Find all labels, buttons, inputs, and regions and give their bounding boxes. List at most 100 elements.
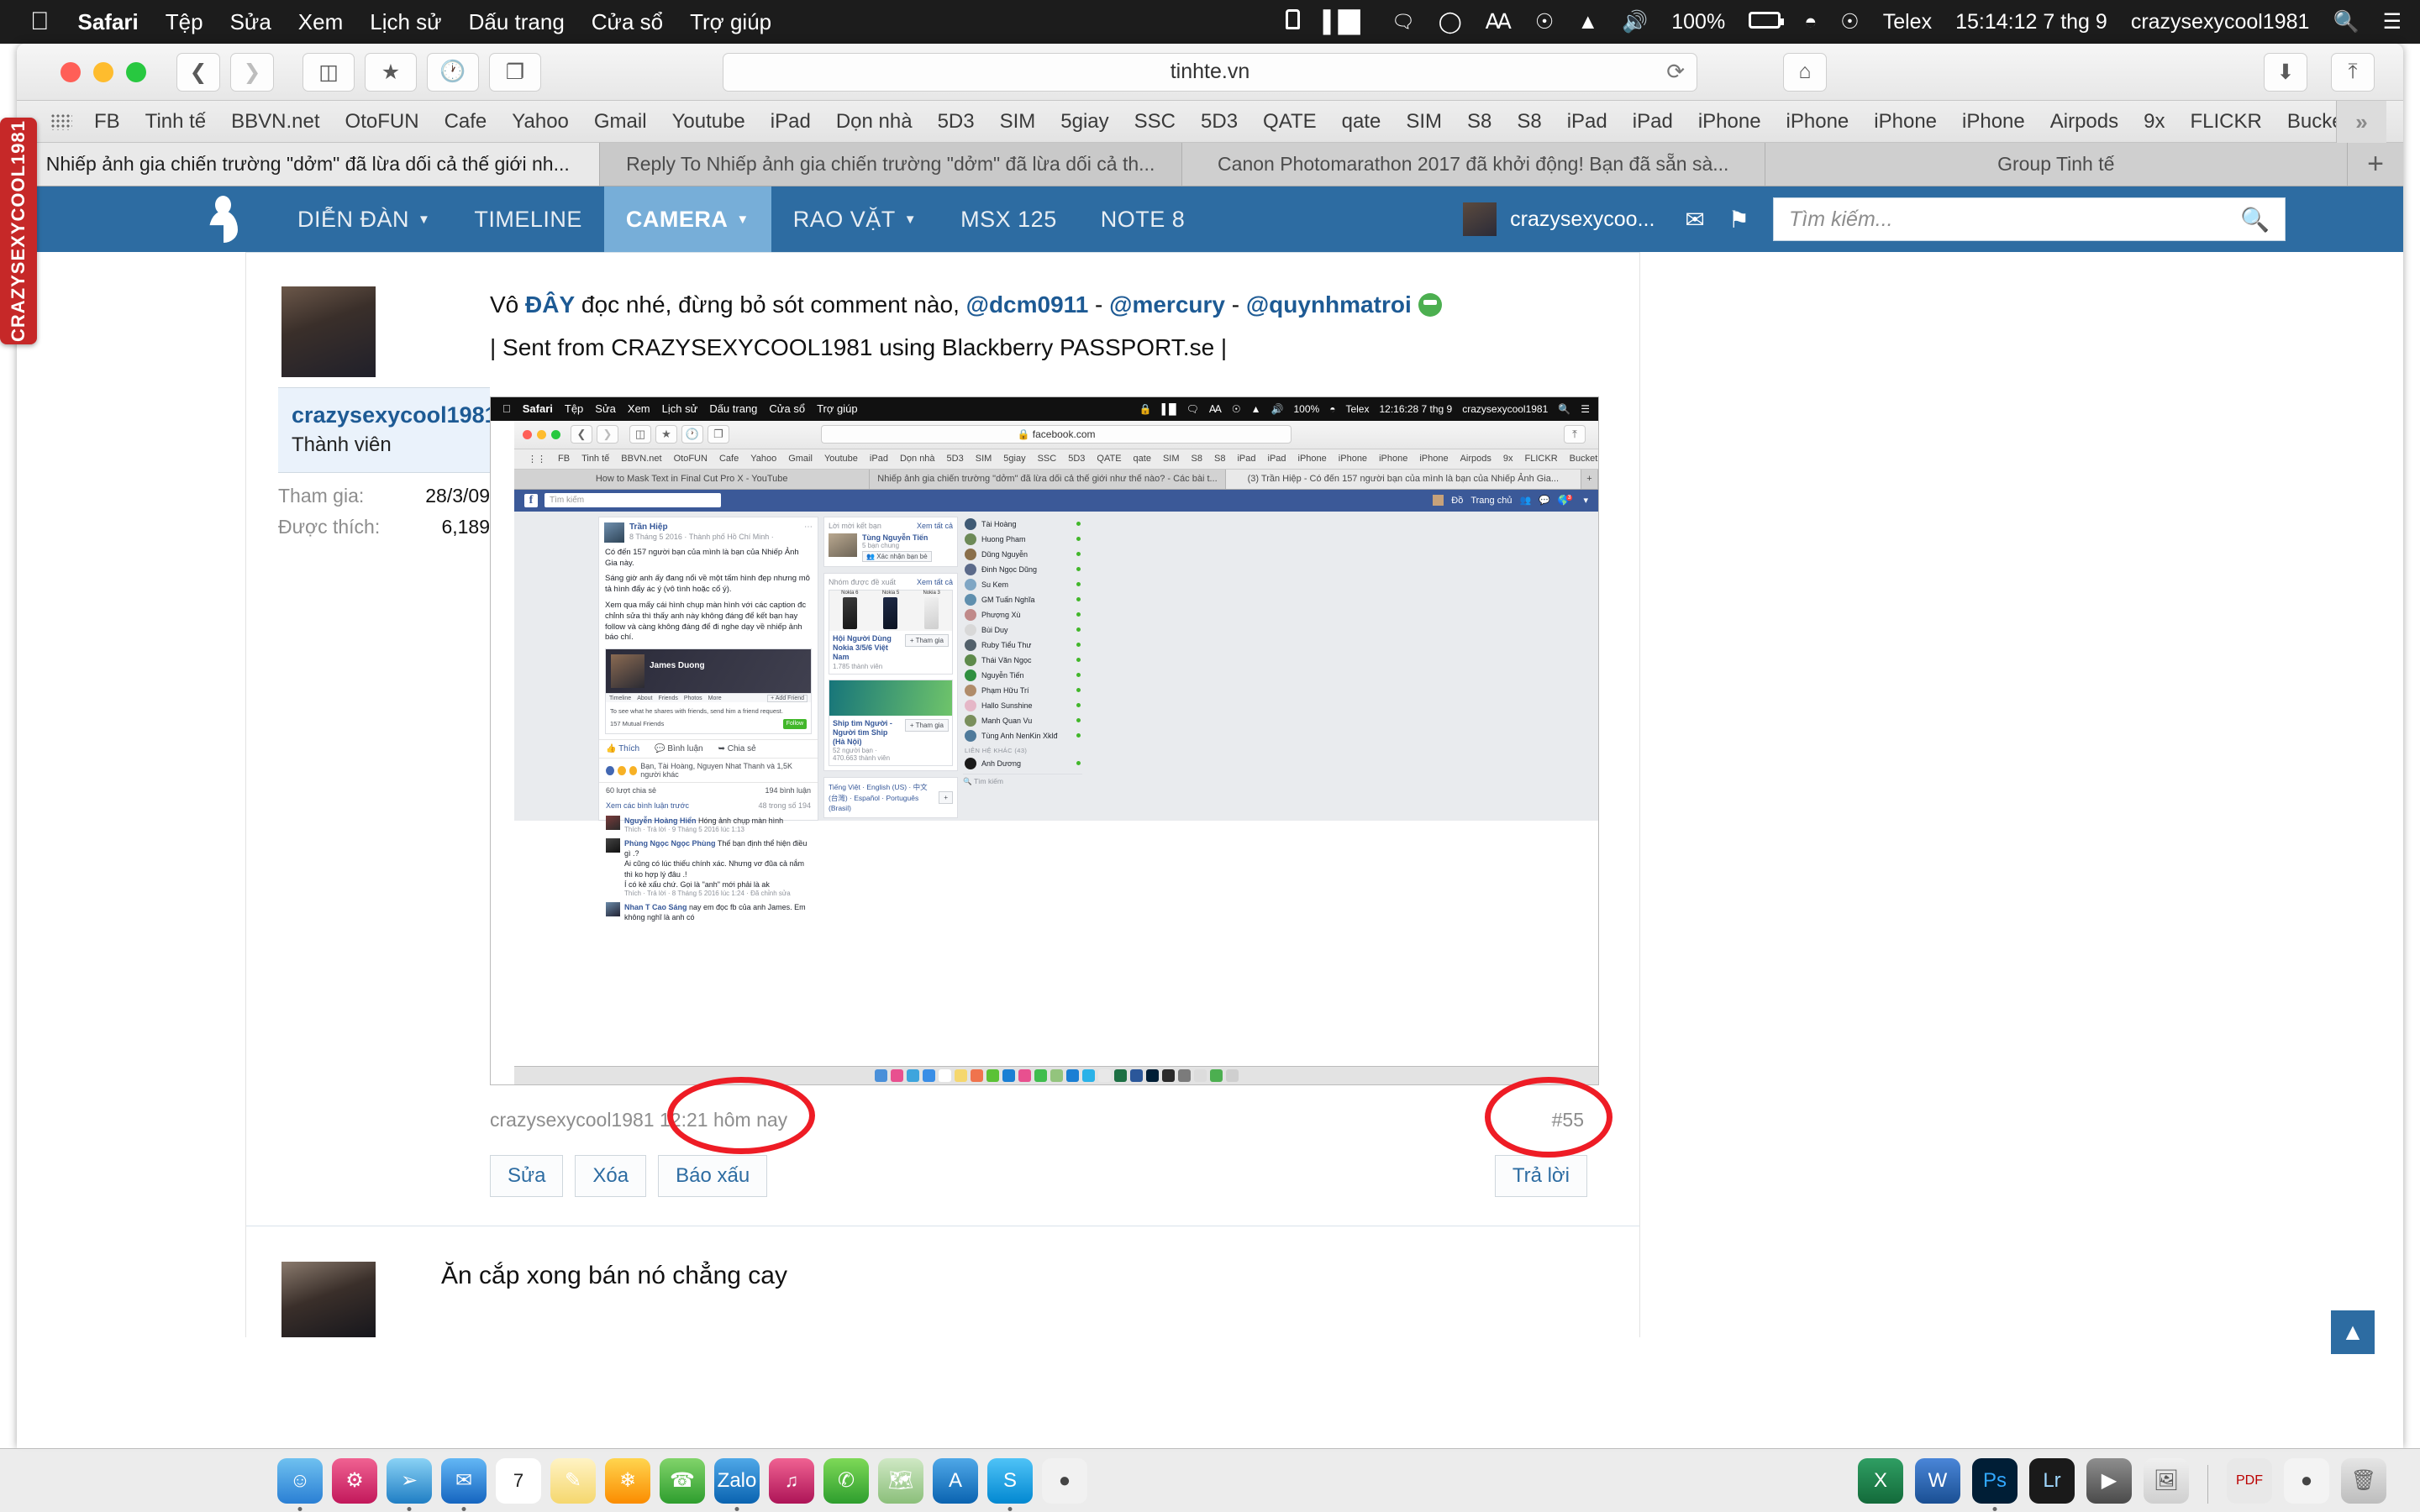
bookmark-5giay[interactable]: 5giay xyxy=(1060,110,1108,134)
bookmark-yahoo[interactable]: Yahoo xyxy=(512,110,569,134)
bookmark-ipad-1[interactable]: iPad xyxy=(771,110,811,134)
dock-excel-icon[interactable]: X xyxy=(1858,1457,1903,1504)
input-method-label[interactable]: Telex xyxy=(1883,10,1932,34)
nav-item-dien-dan[interactable]: DIỄN ĐÀN ▼ xyxy=(276,186,452,252)
bookmark-tinhte[interactable]: Tinh tế xyxy=(145,110,206,134)
delete-button[interactable]: Xóa xyxy=(575,1154,647,1197)
dock-maps-icon[interactable]: 🗺 xyxy=(878,1457,923,1504)
menu-item-bookmarks[interactable]: Dấu trang xyxy=(469,9,565,35)
bookmark-iphone-1[interactable]: iPhone xyxy=(1698,110,1761,134)
clock[interactable]: 15:14:12 7 thg 9 xyxy=(1955,10,2107,34)
bookmark-gmail[interactable]: Gmail xyxy=(594,110,647,134)
dock-final-cut-icon[interactable]: ▶ xyxy=(2086,1457,2132,1504)
dock-facetime-icon[interactable]: ☎ xyxy=(660,1457,705,1504)
browser-tab-3[interactable]: Canon Photomarathon 2017 đã khởi động! B… xyxy=(1182,143,1765,186)
spotlight-search-icon[interactable]: 🔍 xyxy=(2333,10,2359,34)
nav-item-timeline[interactable]: TIMELINE xyxy=(452,186,604,252)
report-button[interactable]: Báo xấu xyxy=(658,1154,768,1197)
audio-meter-icon[interactable]: ▌█▌ xyxy=(1323,10,1368,34)
dock-chrome-icon[interactable]: ● xyxy=(1042,1457,1087,1504)
dock-chrome2-icon[interactable]: ● xyxy=(2284,1457,2329,1504)
bluetooth-icon[interactable]: Ꜳ xyxy=(1486,9,1512,34)
menu-item-edit[interactable]: Sửa xyxy=(230,9,271,35)
new-tab-button[interactable]: + xyxy=(2348,143,2403,186)
dock-whatsapp-icon[interactable]: ✆ xyxy=(823,1457,869,1504)
address-bar[interactable]: tinhte.vn ⟳ xyxy=(723,52,1697,92)
post-link-day[interactable]: ĐÂY xyxy=(525,291,575,318)
volume-icon[interactable]: 🔊 xyxy=(1622,10,1648,34)
back-button[interactable]: ❮ xyxy=(176,52,220,92)
forward-button[interactable]: ❯ xyxy=(230,52,274,92)
dock-calendar-icon[interactable]: 7 xyxy=(496,1457,541,1504)
zoom-window-button[interactable] xyxy=(126,61,146,82)
bookmark-cafe[interactable]: Cafe xyxy=(445,110,487,134)
edit-button[interactable]: Sửa xyxy=(490,1154,564,1197)
sidebar-icon[interactable]: ◫ xyxy=(302,52,355,92)
dock-preview-icon[interactable]: 🖼 xyxy=(2144,1457,2189,1504)
bookmark-5d3-2[interactable]: 5D3 xyxy=(1201,110,1238,134)
bookmark-sim-2[interactable]: SIM xyxy=(1406,110,1442,134)
apps-grid-icon[interactable] xyxy=(50,113,72,130)
dock-photos-icon[interactable]: ❄ xyxy=(605,1457,650,1504)
dock-trash-icon[interactable]: 🗑 xyxy=(2341,1457,2386,1504)
next-post-avatar[interactable] xyxy=(281,1261,376,1337)
bookmark-star-icon[interactable]: ★ xyxy=(365,52,417,92)
avatar[interactable] xyxy=(1463,202,1497,236)
dock-zalo-icon[interactable]: Zalo xyxy=(714,1457,760,1511)
reply-button[interactable]: Trả lời xyxy=(1494,1154,1587,1197)
browser-tab-1[interactable]: Nhiếp ảnh gia chiến trường "dởm" đã lừa … xyxy=(17,143,600,186)
grammarly-side-tab[interactable]: CRAZYSEXYCOOL1981 xyxy=(0,118,37,344)
notification-icon[interactable]: ◯ xyxy=(1439,9,1462,34)
nav-item-msx125[interactable]: MSX 125 xyxy=(939,186,1079,252)
nav-item-rao-vat[interactable]: RAO VẶT ▼ xyxy=(771,186,939,252)
close-window-button[interactable] xyxy=(60,61,81,82)
bookmark-youtube[interactable]: Youtube xyxy=(672,110,745,134)
nav-username[interactable]: crazysexycoo... xyxy=(1510,207,1655,232)
bookmark-qate[interactable]: QATE xyxy=(1263,110,1317,134)
bookmark-s8-1[interactable]: S8 xyxy=(1467,110,1491,134)
browser-tab-2[interactable]: Reply To Nhiếp ảnh gia chiến trường "dởm… xyxy=(599,143,1182,186)
window-traffic-lights[interactable] xyxy=(60,61,146,82)
wifi-icon[interactable]: ◓ xyxy=(1804,10,1817,34)
bookmark-airpods[interactable]: Airpods xyxy=(2050,110,2118,134)
dock-lightroom-icon[interactable]: Lr xyxy=(2029,1457,2075,1504)
bookmark-ipad-3[interactable]: iPad xyxy=(1633,110,1673,134)
dock-pdf-icon[interactable]: PDF xyxy=(2227,1457,2272,1504)
dock-finder-icon[interactable]: ☺ xyxy=(277,1457,323,1511)
menu-item-safari[interactable]: Safari xyxy=(78,9,139,35)
input-method-icon[interactable]: ☉ xyxy=(1840,9,1859,34)
tinhte-logo-icon[interactable] xyxy=(205,196,242,243)
dock-safari-icon[interactable]: ➢ xyxy=(387,1457,432,1511)
bookmark-bbvn[interactable]: BBVN.net xyxy=(231,110,319,134)
lock-icon[interactable] xyxy=(1285,8,1300,35)
bookmark-5d3-1[interactable]: 5D3 xyxy=(938,110,975,134)
bookmark-ssc[interactable]: SSC xyxy=(1134,110,1176,134)
bookmark-9x[interactable]: 9x xyxy=(2144,110,2165,134)
mention-dcm0911[interactable]: @dcm0911 xyxy=(966,291,1089,318)
author-name[interactable]: crazysexycool1981 xyxy=(292,402,497,428)
embedded-screenshot[interactable]:  Safari Tệp Sửa Xem Lịch sử Dấu trang C… xyxy=(490,396,1599,1085)
dock-notes-icon[interactable]: ✎ xyxy=(550,1457,596,1504)
mention-quynhmatroi[interactable]: @quynhmatroi xyxy=(1246,291,1412,318)
dock-mail-icon[interactable]: ✉ xyxy=(441,1457,487,1511)
bookmarks-overflow-button[interactable]: » xyxy=(2336,101,2386,143)
menu-item-view[interactable]: Xem xyxy=(298,9,343,35)
dock-skype-icon[interactable]: S xyxy=(987,1457,1033,1511)
nav-item-camera[interactable]: CAMERA ▼ xyxy=(603,186,771,252)
search-input[interactable] xyxy=(1789,207,2241,232)
accessibility-icon[interactable]: ☉ xyxy=(1535,9,1554,34)
bookmark-donnha[interactable]: Dọn nhà xyxy=(836,110,913,134)
bookmark-qate-lower[interactable]: qate xyxy=(1342,110,1381,134)
bookmark-iphone-3[interactable]: iPhone xyxy=(1874,110,1937,134)
dock-photoshop-icon[interactable]: Ps xyxy=(1972,1457,2018,1511)
notification-center-icon[interactable]: ☰ xyxy=(2383,9,2402,34)
bookmark-iphone-2[interactable]: iPhone xyxy=(1786,110,1849,134)
bookmark-iphone-4[interactable]: iPhone xyxy=(1962,110,2025,134)
share-icon[interactable]: ⤒ xyxy=(2331,52,2375,92)
back-to-top-button[interactable]: ▲ xyxy=(2331,1310,2375,1354)
tab-overview-icon[interactable]: ❐ xyxy=(489,52,541,92)
messages-icon[interactable]: 🗨 xyxy=(1392,11,1415,33)
dock-word-icon[interactable]: W xyxy=(1915,1457,1960,1504)
alerts-flag-icon[interactable]: ⚑ xyxy=(1728,206,1749,234)
bookmark-otofun[interactable]: OtoFUN xyxy=(345,110,419,134)
